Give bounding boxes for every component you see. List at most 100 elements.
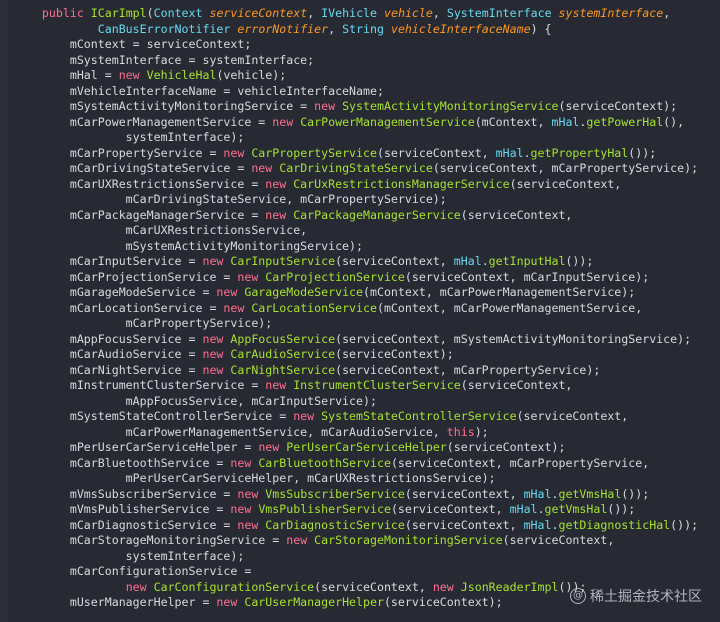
- code-token: mHal: [551, 114, 580, 129]
- code-line[interactable]: mVmsPublisherService = new VmsPublisherS…: [14, 502, 635, 518]
- code-token: mHal: [509, 502, 538, 516]
- code-line[interactable]: mAppFocusService = new AppFocusService(s…: [14, 332, 691, 348]
- code-token: CarBluetoothService: [258, 455, 391, 470]
- code-line[interactable]: mCarPackageManagerService = new CarPacka…: [14, 207, 573, 224]
- code-line[interactable]: mSystemActivityMonitoringService);: [14, 239, 363, 255]
- code-line[interactable]: mCarUXRestrictionsService,: [14, 223, 308, 239]
- code-token: new: [216, 285, 245, 299]
- code-token: getInputHal: [488, 254, 566, 268]
- code-token: new: [216, 595, 245, 609]
- code-line[interactable]: mCarInputService = new CarInputService(s…: [14, 254, 594, 270]
- code-token: VmsPublisherService: [258, 502, 391, 516]
- code-token: mVmsPublisherService =: [14, 502, 231, 516]
- code-token: String: [342, 21, 391, 36]
- code-token: CarNightService: [230, 362, 336, 377]
- code-token: new: [230, 502, 259, 516]
- code-token: getDiagnosticHal: [558, 517, 671, 532]
- code-line[interactable]: mInstrumentClusterService = new Instrume…: [14, 378, 573, 394]
- code-line[interactable]: mCarPropertyService);: [14, 316, 273, 332]
- code-token: serviceContext: [209, 6, 308, 20]
- code-token: JsonReaderImpl: [460, 579, 559, 594]
- code-token: new: [314, 99, 343, 113]
- code-line[interactable]: mCarDrivingStateService = new CarDriving…: [14, 161, 698, 177]
- code-token: CarPropertyService: [251, 145, 377, 160]
- code-token: mCarConfigurationService =: [14, 564, 252, 578]
- code-token: (mContext,: [474, 114, 552, 129]
- code-token: mCarPropertyService =: [14, 145, 224, 160]
- code-token: mInstrumentClusterService =: [14, 378, 266, 392]
- code-token: CarPackageManagerService: [293, 207, 461, 222]
- code-line[interactable]: mCarUXRestrictionsService = new CarUxRes…: [14, 177, 621, 193]
- code-line[interactable]: mCarLocationService = new CarLocationSer…: [14, 301, 642, 317]
- code-token: new: [432, 579, 461, 594]
- code-token: (serviceContext);: [558, 99, 678, 113]
- code-token: (serviceContext, mCarPropertyService,: [390, 455, 650, 470]
- code-token: mUserManagerHelper =: [14, 595, 217, 609]
- code-line[interactable]: mCarProjectionService = new CarProjectio…: [14, 270, 649, 286]
- code-line[interactable]: mCarPowerManagementService = new CarPowe…: [14, 115, 684, 131]
- code-line[interactable]: mCarAudioService = new CarAudioService(s…: [14, 347, 454, 363]
- code-line[interactable]: mCarDrivingStateService, mCarPropertySer…: [14, 192, 447, 208]
- code-token: getPowerHal: [586, 114, 664, 129]
- code-line[interactable]: mCarPowerManagementService, mCarAudioSer…: [14, 425, 489, 441]
- code-token: (serviceContext,: [376, 145, 496, 160]
- code-token: (serviceContext,: [460, 378, 573, 392]
- code-line[interactable]: systemInterface);: [14, 549, 245, 565]
- code-token: (serviceContext,: [390, 502, 510, 516]
- code-token: mSystemStateControllerService =: [14, 409, 294, 423]
- code-token: ,: [307, 6, 322, 20]
- code-token: CarConfigurationService: [153, 579, 315, 594]
- code-token: mCarPackageManagerService =: [14, 207, 266, 222]
- code-token: new: [202, 347, 231, 361]
- code-token: ());: [565, 254, 594, 268]
- code-token: new: [237, 269, 266, 284]
- code-token: mSystemInterface = systemInterface;: [14, 52, 315, 67]
- code-token: CarUserManagerHelper: [244, 595, 384, 609]
- code-line[interactable]: mVehicleInterfaceName = vehicleInterface…: [14, 84, 384, 100]
- code-line[interactable]: mHal = new VehicleHal(vehicle);: [14, 68, 286, 84]
- code-line[interactable]: mAppFocusService, mCarInputService);: [14, 394, 377, 410]
- code-line[interactable]: new CarConfigurationService(serviceConte…: [14, 579, 587, 596]
- code-line[interactable]: mCarNightService = new CarNightService(s…: [14, 362, 601, 379]
- code-token: mVehicleInterfaceName = vehicleInterface…: [14, 83, 384, 98]
- code-line[interactable]: mCarPropertyService = new CarPropertySer…: [14, 146, 656, 162]
- code-token: mGarageModeService =: [14, 285, 217, 299]
- code-token: new: [286, 533, 315, 547]
- code-line[interactable]: mCarStorageMonitoringService = new CarSt…: [14, 533, 614, 549]
- code-token: mPerUserCarServiceHelper, mCarUXRestrict…: [14, 471, 496, 485]
- code-line[interactable]: mGarageModeService = new GarageModeServi…: [14, 285, 635, 301]
- code-token: mCarBluetoothService =: [14, 455, 231, 470]
- code-line[interactable]: mSystemActivityMonitoringService = new S…: [14, 99, 677, 115]
- code-line[interactable]: mUserManagerHelper = new CarUserManagerH…: [14, 595, 503, 611]
- code-token: getVmsHal: [558, 486, 622, 501]
- code-token: mHal: [523, 517, 552, 532]
- code-line[interactable]: mSystemStateControllerService = new Syst…: [14, 409, 628, 425]
- code-token: mVmsSubscriberService =: [14, 486, 238, 501]
- code-editor[interactable]: public ICarImpl(Context serviceContext, …: [0, 0, 720, 622]
- code-line[interactable]: mCarDiagnosticService = new CarDiagnosti…: [14, 518, 698, 534]
- code-line[interactable]: mPerUserCarServiceHelper = new PerUserCa…: [14, 440, 566, 456]
- code-line[interactable]: mVmsSubscriberService = new VmsSubscribe…: [14, 487, 649, 503]
- code-token: );: [474, 424, 489, 439]
- code-token: (serviceContext,: [502, 533, 615, 547]
- code-token: VehicleHal: [146, 68, 217, 82]
- code-token: new: [265, 207, 294, 222]
- code-line[interactable]: mPerUserCarServiceHelper, mCarUXRestrict…: [14, 471, 496, 487]
- code-token: new: [118, 68, 147, 82]
- code-line[interactable]: mCarBluetoothService = new CarBluetoothS…: [14, 456, 649, 472]
- code-token: (mContext, mCarPowerManagementService);: [363, 285, 636, 299]
- code-line[interactable]: mSystemInterface = systemInterface;: [14, 53, 314, 69]
- code-token: ());: [670, 517, 699, 532]
- code-token: CarDrivingStateService: [279, 161, 433, 175]
- code-line[interactable]: mContext = serviceContext;: [14, 37, 252, 53]
- code-line[interactable]: CanBusErrorNotifier errorNotifier, Strin…: [14, 22, 552, 38]
- code-token: CarStorageMonitoringService: [314, 533, 503, 547]
- code-token: .: [481, 254, 489, 268]
- code-line[interactable]: systemInterface);: [14, 130, 245, 146]
- code-token: new: [251, 161, 280, 175]
- code-line[interactable]: public ICarImpl(Context serviceContext, …: [14, 6, 670, 22]
- code-line[interactable]: mCarConfigurationService =: [14, 564, 252, 580]
- code-token: new: [272, 114, 301, 129]
